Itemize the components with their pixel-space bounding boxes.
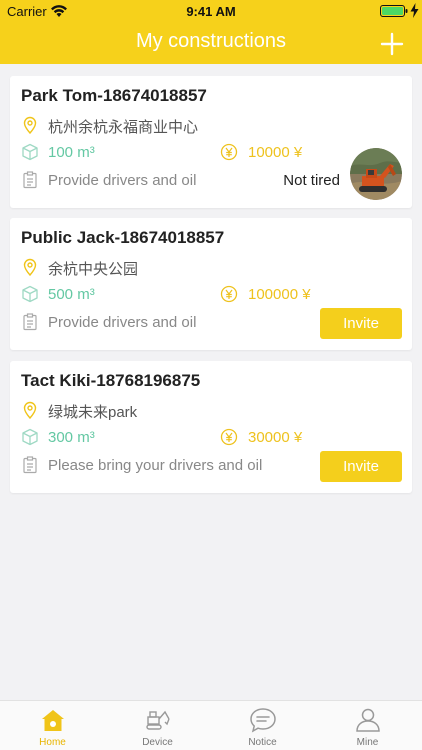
construction-volume: 500 m³ (48, 286, 95, 303)
clipboard-icon (23, 456, 37, 474)
plus-icon[interactable] (380, 32, 404, 56)
invite-button[interactable]: Invite (320, 308, 402, 339)
construction-volume: 100 m³ (48, 144, 95, 161)
page-title: My constructions (135, 30, 287, 52)
construction-volume: 300 m³ (48, 429, 95, 446)
tab-notice[interactable]: Notice (210, 701, 315, 750)
tab-label: Mine (356, 737, 379, 748)
clipboard-icon (23, 171, 37, 189)
construction-card[interactable]: Tact Kiki-18768196875 绿城未来park 300 m³ 30… (10, 361, 412, 493)
user-icon (356, 708, 380, 732)
tab-bar: Home Device Notice Mine (0, 700, 422, 750)
chat-bubble-icon (250, 708, 276, 733)
cube-icon (22, 285, 38, 303)
construction-note: Please bring your drivers and oil (48, 457, 263, 474)
construction-price: 100000 ¥ (248, 286, 311, 303)
tab-label: Home (39, 737, 66, 748)
navigation-header: Carrier 9:41 AM My constructions (0, 0, 422, 64)
location-pin-icon (23, 258, 37, 276)
construction-card[interactable]: Public Jack-18674018857 余杭中央公园 500 m³ 10… (10, 218, 412, 350)
tab-home[interactable]: Home (0, 701, 105, 750)
construction-card[interactable]: Park Tom-18674018857 杭州余杭永福商业中心 100 m³ 1… (10, 76, 412, 208)
construction-price: 30000 ¥ (248, 429, 303, 446)
status-label: Not tired (283, 172, 340, 189)
tab-label: Device (142, 737, 173, 748)
tab-label: Notice (248, 737, 277, 748)
cube-icon (22, 428, 38, 446)
construction-price: 10000 ¥ (248, 144, 303, 161)
construction-note: Provide drivers and oil (48, 314, 197, 331)
construction-title: Park Tom-18674018857 (21, 86, 207, 105)
construction-title: Public Jack-18674018857 (21, 228, 225, 247)
home-icon (42, 710, 64, 731)
construction-address: 杭州余杭永福商业中心 (48, 119, 199, 136)
construction-title: Tact Kiki-18768196875 (21, 371, 201, 390)
clipboard-icon (23, 313, 37, 331)
yen-coin-icon (220, 143, 238, 161)
charging-icon (410, 3, 419, 18)
battery-icon (380, 5, 408, 17)
construction-address: 余杭中央公园 (48, 261, 139, 278)
excavator-avatar (350, 148, 402, 200)
tab-mine[interactable]: Mine (315, 701, 420, 750)
cube-icon (22, 143, 38, 161)
yen-coin-icon (220, 428, 238, 446)
excavator-icon (146, 710, 170, 730)
location-pin-icon (23, 116, 37, 134)
status-bar: Carrier 9:41 AM (0, 0, 422, 22)
construction-address: 绿城未来park (48, 404, 138, 421)
construction-note: Provide drivers and oil (48, 172, 197, 189)
location-pin-icon (23, 401, 37, 419)
yen-coin-icon (220, 285, 238, 303)
invite-button[interactable]: Invite (320, 451, 402, 482)
clock: 9:41 AM (186, 4, 236, 19)
tab-device[interactable]: Device (105, 701, 210, 750)
